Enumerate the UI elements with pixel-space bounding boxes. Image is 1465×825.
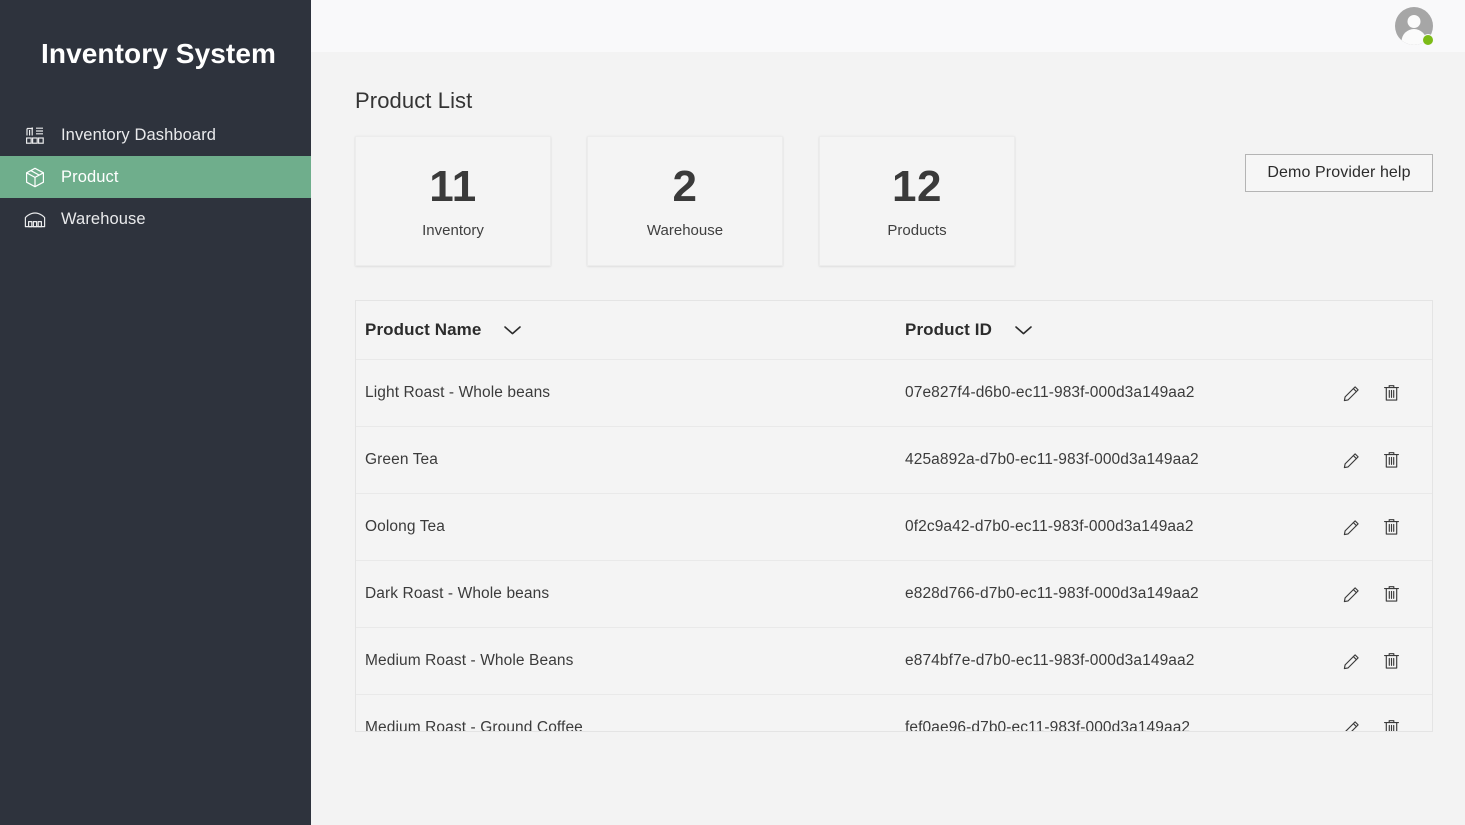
product-table: Product Name Product ID (355, 300, 1433, 732)
row-actions (1336, 516, 1432, 538)
page-title: Product List (355, 88, 1433, 114)
column-header-product-name[interactable]: Product Name (365, 320, 905, 340)
delete-trash-icon[interactable] (1380, 717, 1402, 732)
cell-product-name: Light Roast - Whole beans (365, 384, 905, 402)
sidebar-item-warehouse[interactable]: Warehouse (0, 198, 311, 240)
cell-product-name: Dark Roast - Whole beans (365, 585, 905, 603)
table-row[interactable]: Medium Roast - Ground Coffee fef0ae96-d7… (356, 695, 1432, 732)
cell-product-id: e874bf7e-d7b0-ec11-983f-000d3a149aa2 (905, 652, 1336, 670)
presence-status-badge (1422, 34, 1434, 46)
edit-pencil-icon[interactable] (1340, 382, 1362, 404)
stat-card-warehouse[interactable]: 2 Warehouse (587, 136, 783, 266)
edit-pencil-icon[interactable] (1340, 449, 1362, 471)
stat-value: 11 (429, 163, 477, 211)
sidebar: Inventory System Inventory Dashboard (0, 0, 311, 825)
row-actions (1336, 583, 1432, 605)
cell-product-name: Green Tea (365, 451, 905, 469)
sidebar-item-label: Product (61, 168, 119, 187)
delete-trash-icon[interactable] (1380, 449, 1402, 471)
top-header-bar (311, 0, 1465, 52)
row-actions (1336, 717, 1432, 732)
stat-label: Products (887, 222, 946, 239)
avatar[interactable] (1395, 7, 1433, 45)
edit-pencil-icon[interactable] (1340, 717, 1362, 732)
stat-label: Inventory (422, 222, 484, 239)
cell-product-name: Medium Roast - Ground Coffee (365, 719, 905, 732)
dashboard-chart-icon (22, 123, 48, 147)
chevron-down-icon[interactable] (1014, 324, 1033, 336)
app-root: Inventory System Inventory Dashboard (0, 0, 1465, 825)
sidebar-item-label: Warehouse (61, 210, 146, 229)
main-area: Product List Demo Provider help 11 Inven… (311, 0, 1465, 825)
delete-trash-icon[interactable] (1380, 650, 1402, 672)
row-actions (1336, 449, 1432, 471)
sidebar-item-inventory-dashboard[interactable]: Inventory Dashboard (0, 114, 311, 156)
column-header-product-id[interactable]: Product ID (905, 320, 1336, 340)
delete-trash-icon[interactable] (1380, 516, 1402, 538)
edit-pencil-icon[interactable] (1340, 583, 1362, 605)
app-brand-title: Inventory System (0, 0, 311, 72)
box-icon (22, 165, 48, 189)
table-row[interactable]: Green Tea 425a892a-d7b0-ec11-983f-000d3a… (356, 427, 1432, 494)
row-actions (1336, 382, 1432, 404)
delete-trash-icon[interactable] (1380, 382, 1402, 404)
column-header-label: Product ID (905, 320, 992, 340)
warehouse-icon (22, 207, 48, 231)
table-row[interactable]: Light Roast - Whole beans 07e827f4-d6b0-… (356, 360, 1432, 427)
table-row[interactable]: Dark Roast - Whole beans e828d766-d7b0-e… (356, 561, 1432, 628)
delete-trash-icon[interactable] (1380, 583, 1402, 605)
column-header-label: Product Name (365, 320, 481, 340)
sidebar-item-product[interactable]: Product (0, 156, 311, 198)
demo-provider-help-button[interactable]: Demo Provider help (1245, 154, 1433, 192)
chevron-down-icon[interactable] (503, 324, 522, 336)
table-row[interactable]: Oolong Tea 0f2c9a42-d7b0-ec11-983f-000d3… (356, 494, 1432, 561)
sidebar-item-label: Inventory Dashboard (61, 126, 216, 145)
cell-product-name: Medium Roast - Whole Beans (365, 652, 905, 670)
cell-product-id: fef0ae96-d7b0-ec11-983f-000d3a149aa2 (905, 719, 1336, 732)
cell-product-id: 425a892a-d7b0-ec11-983f-000d3a149aa2 (905, 451, 1336, 469)
stat-card-products[interactable]: 12 Products (819, 136, 1015, 266)
avatar-head-shape (1408, 15, 1421, 28)
edit-pencil-icon[interactable] (1340, 650, 1362, 672)
page-content: Product List Demo Provider help 11 Inven… (311, 88, 1465, 732)
stat-value: 12 (892, 163, 942, 211)
cell-product-name: Oolong Tea (365, 518, 905, 536)
stat-value: 2 (673, 163, 698, 211)
cell-product-id: e828d766-d7b0-ec11-983f-000d3a149aa2 (905, 585, 1336, 603)
cell-product-id: 07e827f4-d6b0-ec11-983f-000d3a149aa2 (905, 384, 1336, 402)
sidebar-nav: Inventory Dashboard Product (0, 114, 311, 240)
row-actions (1336, 650, 1432, 672)
table-header-row: Product Name Product ID (356, 301, 1432, 360)
stat-card-inventory[interactable]: 11 Inventory (355, 136, 551, 266)
table-row[interactable]: Medium Roast - Whole Beans e874bf7e-d7b0… (356, 628, 1432, 695)
stat-label: Warehouse (647, 222, 723, 239)
edit-pencil-icon[interactable] (1340, 516, 1362, 538)
cell-product-id: 0f2c9a42-d7b0-ec11-983f-000d3a149aa2 (905, 518, 1336, 536)
